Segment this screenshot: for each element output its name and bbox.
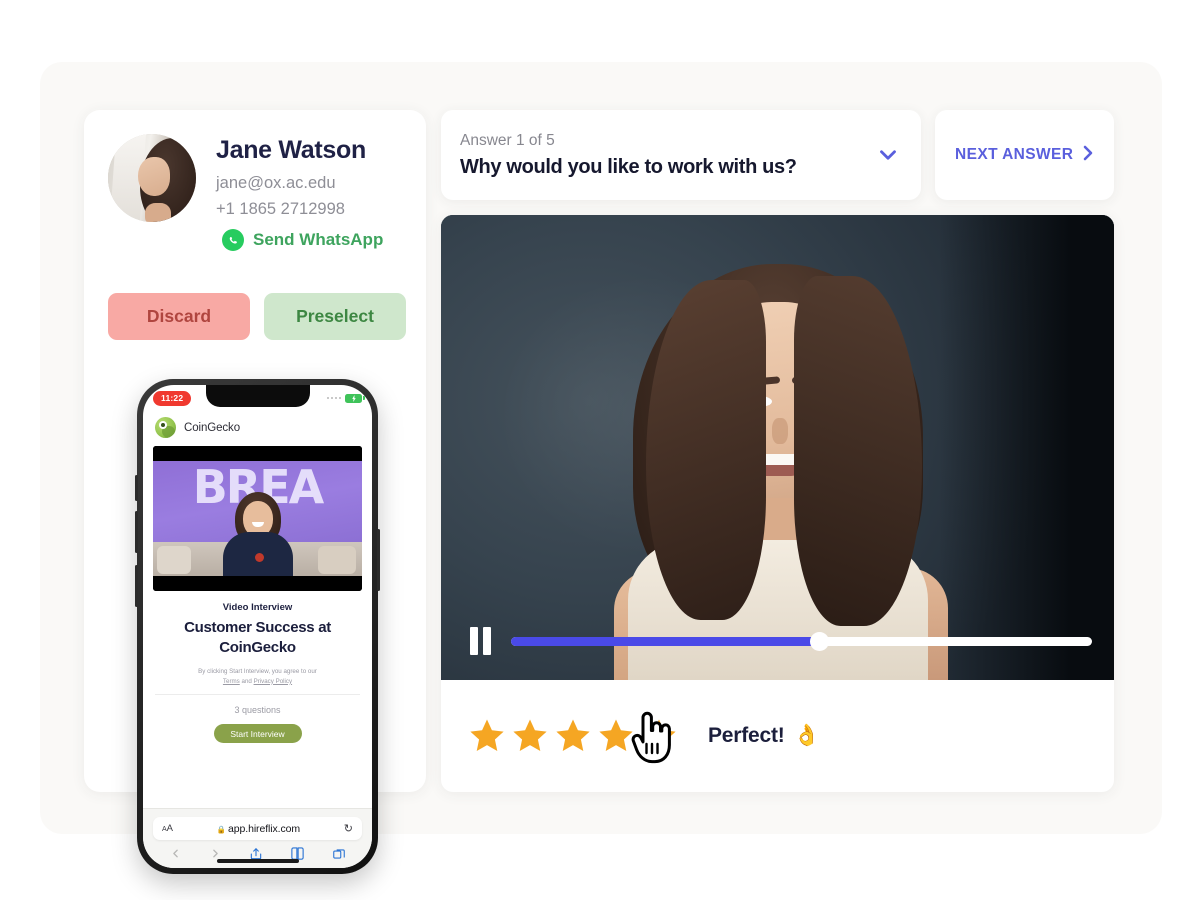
next-answer-label: NEXT ANSWER: [955, 145, 1074, 163]
send-whatsapp-button[interactable]: Send WhatsApp: [216, 229, 383, 251]
send-whatsapp-label: Send WhatsApp: [253, 230, 384, 249]
candidate-actions: Discard Preselect: [84, 251, 426, 340]
phone-kicker: Video Interview: [222, 602, 293, 613]
video-controls: [441, 624, 1114, 658]
phone-job-title: Customer Success at CoinGecko: [184, 619, 331, 656]
safari-url-bar[interactable]: AA 🔒 app.hireflix.com ↻: [153, 817, 362, 840]
video-player[interactable]: [441, 215, 1114, 680]
interviewee-figure: [568, 250, 988, 680]
rating-label: Perfect!: [708, 724, 785, 747]
screenshot-root: Jane Watson jane@ox.ac.edu +1 1865 27129…: [0, 0, 1200, 900]
terms-and: and: [241, 677, 252, 685]
phone-page-content: CoinGecko BREA Video Interview Customer …: [143, 411, 372, 744]
avatar: [108, 134, 196, 222]
star-4[interactable]: [597, 717, 635, 755]
battery-charging-icon: [345, 393, 365, 403]
star-3[interactable]: [554, 717, 592, 755]
tabs-icon[interactable]: [332, 847, 346, 861]
star-1[interactable]: [468, 717, 506, 755]
signal-dots-icon: [326, 396, 341, 400]
safari-toolbar-icons: [143, 840, 372, 861]
whatsapp-icon: [222, 229, 244, 251]
phone-question-count: 3 questions: [234, 705, 281, 716]
chevron-left-icon[interactable]: [169, 847, 182, 860]
rating-row: Perfect! 👌: [441, 680, 1114, 792]
safari-browser-bar: AA 🔒 app.hireflix.com ↻: [143, 808, 372, 868]
home-indicator: [216, 859, 299, 863]
candidate-header: Jane Watson jane@ox.ac.edu +1 1865 27129…: [84, 110, 426, 251]
video-answer-card: Perfect! 👌: [441, 215, 1114, 792]
star-rating[interactable]: [468, 717, 678, 755]
question-title: Why would you like to work with us?: [460, 155, 797, 178]
phone-brand-row: CoinGecko: [153, 413, 362, 446]
star-5[interactable]: [640, 717, 678, 755]
phone-video-thumbnail[interactable]: BREA: [153, 446, 362, 591]
chevron-right-icon: [1076, 141, 1100, 170]
phone-brand-name: CoinGecko: [184, 421, 240, 434]
preselect-button[interactable]: Preselect: [264, 293, 406, 340]
candidate-email: jane@ox.ac.edu: [216, 174, 336, 192]
ok-hand-emoji: 👌: [793, 724, 820, 747]
recording-time-pill: 11:22: [153, 390, 192, 406]
chevron-down-icon[interactable]: [873, 140, 903, 170]
candidate-phone: +1 1865 2712998: [216, 200, 345, 218]
rating-feedback: Perfect! 👌: [708, 724, 820, 748]
lock-icon: 🔒: [216, 824, 227, 834]
phone-title-block: Video Interview Customer Success at Coin…: [153, 591, 362, 686]
safari-url-text: app.hireflix.com: [228, 822, 300, 835]
star-2[interactable]: [511, 717, 549, 755]
coingecko-logo: [155, 417, 176, 438]
reload-icon[interactable]: ↻: [344, 822, 353, 835]
candidate-name: Jane Watson: [216, 136, 366, 164]
video-progress-slider[interactable]: [511, 631, 1092, 651]
progress-thumb[interactable]: [809, 631, 829, 651]
discard-button[interactable]: Discard: [108, 293, 250, 340]
terms-link[interactable]: Terms: [223, 678, 240, 685]
question-card: Answer 1 of 5 Why would you like to work…: [441, 110, 921, 200]
answer-counter: Answer 1 of 5: [460, 131, 555, 149]
terms-prefix: By clicking Start Interview, you agree t…: [198, 668, 317, 675]
candidate-details: Jane Watson jane@ox.ac.edu +1 1865 27129…: [196, 134, 383, 251]
pause-button[interactable]: [463, 624, 497, 658]
phone-status-bar: 11:22: [143, 385, 372, 411]
next-answer-button[interactable]: NEXT ANSWER: [935, 110, 1114, 200]
start-interview-button[interactable]: Start Interview: [213, 724, 302, 744]
phone-screen: 11:22 CoinGecko BREA Video Interview Cus…: [143, 385, 372, 868]
progress-fill: [511, 636, 819, 646]
text-size-icon[interactable]: AA: [162, 823, 173, 834]
privacy-policy-link[interactable]: Privacy Policy: [254, 678, 293, 685]
phone-terms-text: By clicking Start Interview, you agree t…: [157, 667, 358, 686]
phone-mockup: 11:22 CoinGecko BREA Video Interview Cus…: [135, 379, 380, 874]
